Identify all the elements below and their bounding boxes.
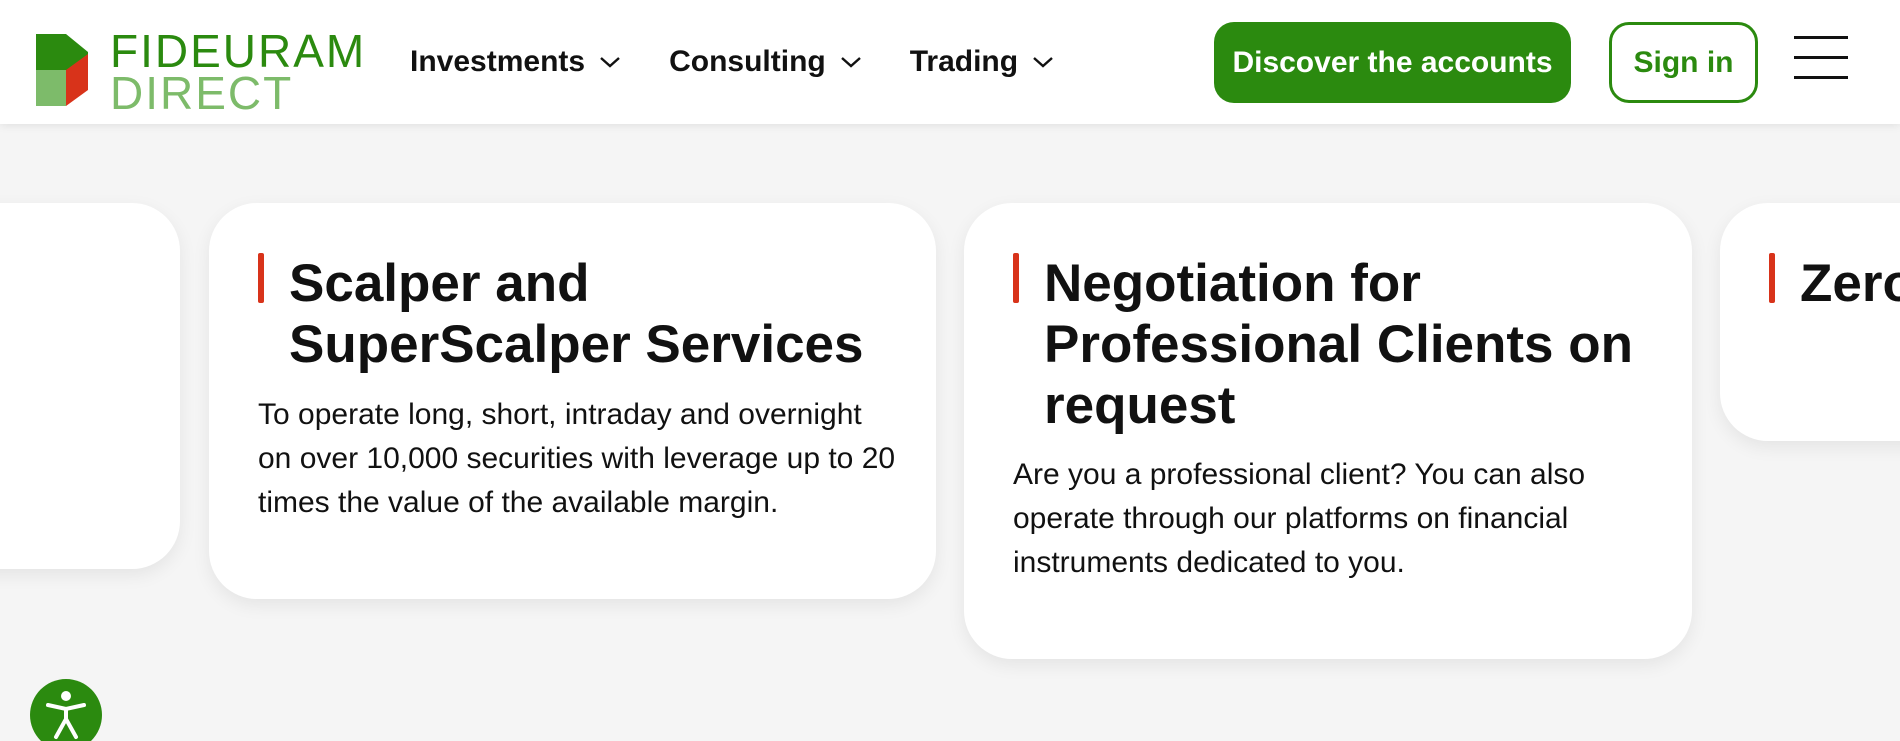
site-header: FIDEURAM DIRECT Investments Consulting T… — [0, 0, 1900, 124]
brand-wordmark: FIDEURAM DIRECT — [110, 28, 366, 116]
card-title: Zero account — [1800, 254, 1900, 313]
card-accent-bar — [258, 253, 264, 303]
nav-item-consulting[interactable]: Consulting — [669, 42, 862, 82]
nav-item-label: Investments — [410, 45, 586, 78]
chevron-down-icon — [1033, 57, 1053, 68]
carousel-card-professional[interactable]: Negotiation for Professional Clients on … — [964, 203, 1692, 659]
brand-logo[interactable]: FIDEURAM DIRECT — [36, 28, 364, 116]
nav-item-trading[interactable]: Trading — [910, 42, 1054, 82]
fideuram-logo-icon — [36, 34, 88, 106]
card-title: Negotiation for Professional Clients on … — [1044, 254, 1634, 435]
chevron-down-icon — [600, 57, 620, 68]
card-accent-bar — [1769, 253, 1775, 303]
nav-item-investments[interactable]: Investments — [410, 42, 621, 82]
hamburger-line — [1794, 36, 1848, 39]
accessibility-icon — [46, 691, 86, 739]
page: FIDEURAM DIRECT Investments Consulting T… — [0, 0, 1900, 741]
card-accent-bar — [1013, 253, 1019, 303]
carousel-card-scalper[interactable]: Scalper and SuperScalper Services To ope… — [209, 203, 936, 599]
nav-item-label: Trading — [909, 45, 1019, 78]
card-description: Are you a professional client? You can a… — [1013, 458, 1586, 579]
card-description: To operate long, short, intraday and ove… — [258, 398, 896, 519]
card-title: Scalper and SuperScalper Services — [289, 254, 864, 374]
hamburger-line — [1794, 76, 1848, 79]
accessibility-button[interactable] — [30, 679, 102, 741]
hamburger-menu-icon[interactable] — [1794, 36, 1850, 80]
discover-accounts-button[interactable]: Discover the accounts — [1214, 22, 1571, 103]
carousel-card-previous[interactable] — [0, 203, 180, 569]
hamburger-line — [1794, 56, 1848, 59]
main-nav: Investments Consulting Trading — [410, 42, 1102, 82]
nav-item-label: Consulting — [669, 45, 826, 78]
sign-in-button[interactable]: Sign in — [1609, 22, 1758, 103]
carousel-card-next[interactable]: Zero account — [1720, 203, 1900, 441]
chevron-down-icon — [840, 57, 861, 68]
